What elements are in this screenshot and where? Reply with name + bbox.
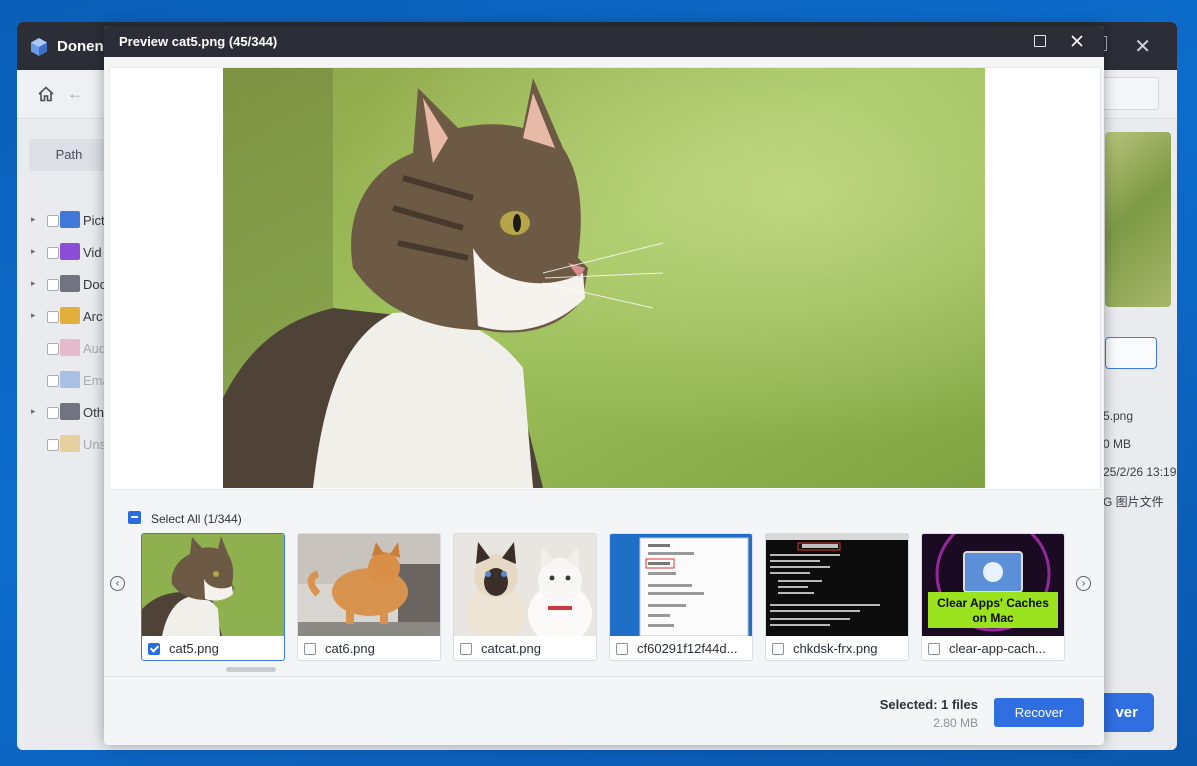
selected-size: 2.80 MB (933, 716, 978, 730)
tree-item[interactable]: ▸ Doc (31, 275, 111, 297)
tree-checkbox[interactable] (47, 407, 59, 419)
thumbnail-checkbox[interactable] (304, 643, 316, 655)
close-icon[interactable]: ✕ (1134, 34, 1151, 59)
banner-line-2: on Mac (972, 611, 1014, 625)
tree-item[interactable]: Ema (31, 371, 111, 393)
side-preview-image (1105, 132, 1171, 307)
maximize-icon[interactable] (1034, 35, 1046, 47)
thumbnail-checkbox[interactable] (460, 643, 472, 655)
info-date: 25/2/26 13:19 (1103, 465, 1177, 479)
tree-checkbox[interactable] (47, 279, 59, 291)
banner-line-1: Clear Apps' Caches (937, 596, 1049, 610)
selected-count: Selected: 1 files (879, 697, 978, 712)
tree-checkbox[interactable] (47, 439, 59, 451)
tree-item[interactable]: Uns (31, 435, 111, 457)
thumbnail-scrollbar[interactable] (226, 667, 276, 672)
next-arrow-icon[interactable]: › (1076, 576, 1091, 591)
side-action-button[interactable] (1105, 337, 1157, 369)
folder-icon (60, 435, 80, 452)
thumbnail-item[interactable]: cf60291f12f44d... (609, 533, 753, 661)
tab-path[interactable]: Path (29, 139, 109, 171)
recover-button[interactable]: Recover (994, 698, 1084, 727)
dialog-titlebar: Preview cat5.png (45/344) (104, 26, 1104, 57)
info-type: G 图片文件 (1103, 495, 1164, 509)
tree-item[interactable]: ▸ Vid (31, 243, 111, 265)
tree-checkbox[interactable] (47, 311, 59, 323)
thumbnail-image (454, 534, 596, 636)
thumbnail-name: clear-app-cach... (949, 641, 1046, 656)
divider (104, 676, 1104, 677)
thumbnail-image (298, 534, 440, 636)
folder-icon (60, 275, 80, 292)
tree-item[interactable]: ▸ Oth (31, 403, 111, 425)
thumbnail-checkbox[interactable] (616, 643, 628, 655)
tree-item-label: Aud (83, 341, 107, 356)
expand-caret-icon[interactable]: ▸ (31, 406, 36, 417)
thumbnail-item[interactable]: catcat.png (453, 533, 597, 661)
preview-dialog: Preview cat5.png (45/344) Select All (1/… (104, 26, 1104, 745)
tree-item[interactable]: ▸ Pict (31, 211, 111, 233)
tree-checkbox[interactable] (47, 375, 59, 387)
expand-caret-icon[interactable]: ▸ (31, 278, 36, 289)
tree-checkbox[interactable] (47, 247, 59, 259)
tree-item-label: Uns (83, 437, 107, 452)
app-recover-button[interactable]: ver (1097, 693, 1154, 732)
tree-item-label: Oth (83, 405, 104, 420)
preview-image (223, 68, 985, 488)
tree-item-label: Arc (83, 309, 103, 324)
thumbnail-checkbox[interactable] (148, 643, 160, 655)
app-logo-icon (31, 38, 47, 56)
folder-icon (60, 371, 80, 388)
back-arrow-icon[interactable]: ← (67, 84, 84, 104)
expand-caret-icon[interactable]: ▸ (31, 214, 36, 225)
thumbnail-name: cat5.png (169, 641, 219, 656)
expand-caret-icon[interactable]: ▸ (31, 310, 36, 321)
tree-item-label: Vid (83, 245, 102, 260)
thumbnail-name: chkdsk-frx.png (793, 641, 878, 656)
tree-item-label: Doc (83, 277, 107, 292)
thumbnail-image (142, 534, 284, 636)
expand-caret-icon[interactable]: ▸ (31, 246, 36, 257)
tree-item-label: Pict (83, 213, 105, 228)
tree-checkbox[interactable] (47, 215, 59, 227)
select-all-checkbox[interactable] (128, 511, 141, 524)
thumbnail-image (766, 534, 908, 636)
thumbnail-item[interactable]: chkdsk-frx.png (765, 533, 909, 661)
home-icon[interactable] (37, 85, 55, 103)
thumbnail-checkbox[interactable] (928, 643, 940, 655)
thumbnail-item[interactable]: cat6.png (297, 533, 441, 661)
info-size: 0 MB (1103, 437, 1132, 451)
select-all-label: Select All (1/344) (151, 512, 242, 526)
thumbnail-name: cf60291f12f44d... (637, 641, 738, 656)
dialog-title: Preview cat5.png (45/344) (119, 34, 278, 49)
close-icon[interactable] (1066, 30, 1088, 52)
thumbnail-image (610, 534, 752, 636)
folder-icon (60, 307, 80, 324)
app-title: Donen (57, 38, 104, 55)
folder-icon (60, 211, 80, 228)
tree-checkbox[interactable] (47, 343, 59, 355)
folder-icon (60, 403, 80, 420)
thumbnail-checkbox[interactable] (772, 643, 784, 655)
thumbnail-banner-text: Clear Apps' Caches on Mac (928, 596, 1058, 626)
info-filename: 5.png (1103, 409, 1134, 423)
thumbnail-item[interactable]: cat5.png (141, 533, 285, 661)
folder-icon (60, 243, 80, 260)
tree-item[interactable]: ▸ Arc (31, 307, 111, 329)
tree-item[interactable]: Aud (31, 339, 111, 361)
thumbnail-name: cat6.png (325, 641, 375, 656)
thumbnail-item[interactable]: Clear Apps' Caches on Mac clear-app-cach… (921, 533, 1065, 661)
folder-icon (60, 339, 80, 356)
thumbnail-name: catcat.png (481, 641, 541, 656)
prev-arrow-icon[interactable]: ‹ (110, 576, 125, 591)
